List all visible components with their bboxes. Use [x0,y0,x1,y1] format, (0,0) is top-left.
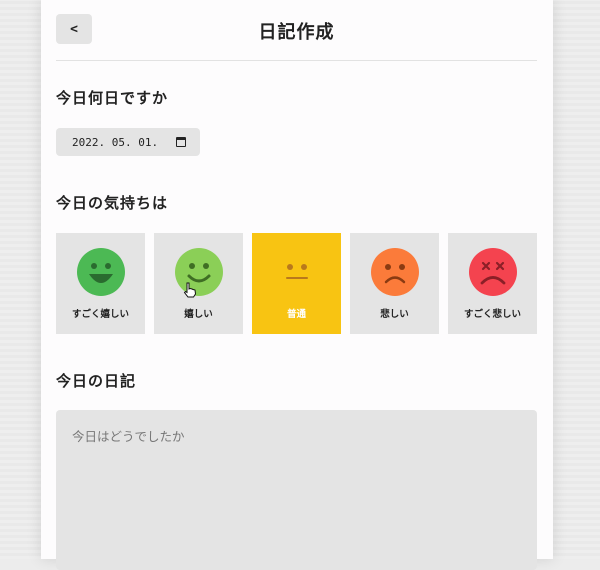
mood-option-sad[interactable]: 悲しい [350,233,439,334]
date-input[interactable]: 2022. 05. 01. [56,128,200,156]
sad-face-icon [370,248,419,296]
diary-placeholder: 今日はどうでしたか [72,429,185,444]
mood-section-label: 今日の気持ちは [56,194,169,212]
mood-option-very-sad[interactable]: すごく悲しい [448,233,537,334]
diary-textarea[interactable]: 今日はどうでしたか [56,410,537,570]
mood-label: 悲しい [380,309,409,320]
mood-label: 普通 [286,309,306,320]
mood-options: すごく嬉しい 嬉しい 普通 悲しい すごく悲しい [56,233,537,334]
mood-option-neutral[interactable]: 普通 [252,233,341,334]
calendar-icon[interactable] [176,137,186,147]
very-sad-face-icon [468,248,517,296]
mood-label: すごく嬉しい [71,309,129,320]
date-section-label: 今日何日ですか [56,89,169,107]
mood-option-very-happy[interactable]: すごく嬉しい [56,233,145,334]
neutral-face-icon [272,248,321,296]
hand-pointer-icon [183,282,197,298]
happy-face-icon [174,248,223,296]
very-happy-face-icon [76,248,125,296]
header: < 日記作成 [56,0,537,61]
date-value: 2022. 05. 01. [72,135,159,149]
mood-option-happy[interactable]: 嬉しい [154,233,243,334]
mood-label: 嬉しい [184,309,213,320]
page-title: 日記作成 [258,22,335,43]
diary-card: < 日記作成 今日何日ですか 2022. 05. 01. 今日の気持ちは すごく… [41,0,553,570]
mood-label: すごく悲しい [463,309,521,320]
diary-section-label: 今日の日記 [56,372,137,390]
